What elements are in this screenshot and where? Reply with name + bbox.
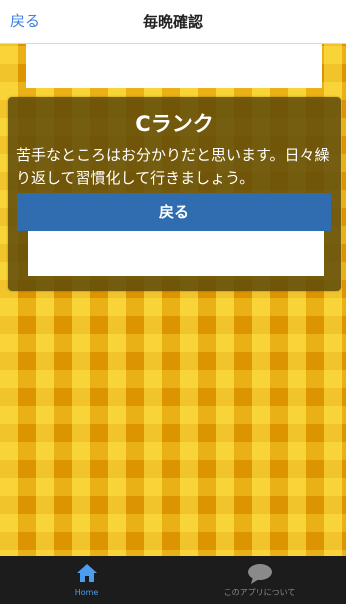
background-content-box <box>28 231 324 276</box>
page-title: 毎晩確認 <box>142 13 203 31</box>
tab-about-app[interactable]: このアプリについて <box>173 556 346 604</box>
dialog-back-button[interactable]: 戻る <box>17 193 331 231</box>
tab-bar: Home このアプリについて <box>0 556 346 604</box>
tab-home[interactable]: Home <box>0 556 173 604</box>
background-content-panel <box>26 44 322 88</box>
result-dialog: Cランク 苦手なところはお分かりだと思います。日々繰り返して習慣化して行きましょ… <box>8 97 341 291</box>
tab-about-label: このアプリについて <box>223 588 296 597</box>
dialog-title: Cランク <box>135 112 214 136</box>
speech-bubble-icon <box>173 562 346 586</box>
tab-home-label: Home <box>74 588 99 597</box>
navigation-bar: 戻る 毎晩確認 <box>0 0 346 44</box>
dialog-message: 苦手なところはお分かりだと思います。日々繰り返して習慣化して行きましょう。 <box>16 146 330 187</box>
home-icon <box>0 562 173 586</box>
screen: 戻る 毎晩確認 Cランク 苦手なところはお分かりだと思います。日々繰り返して習慣… <box>0 0 346 604</box>
